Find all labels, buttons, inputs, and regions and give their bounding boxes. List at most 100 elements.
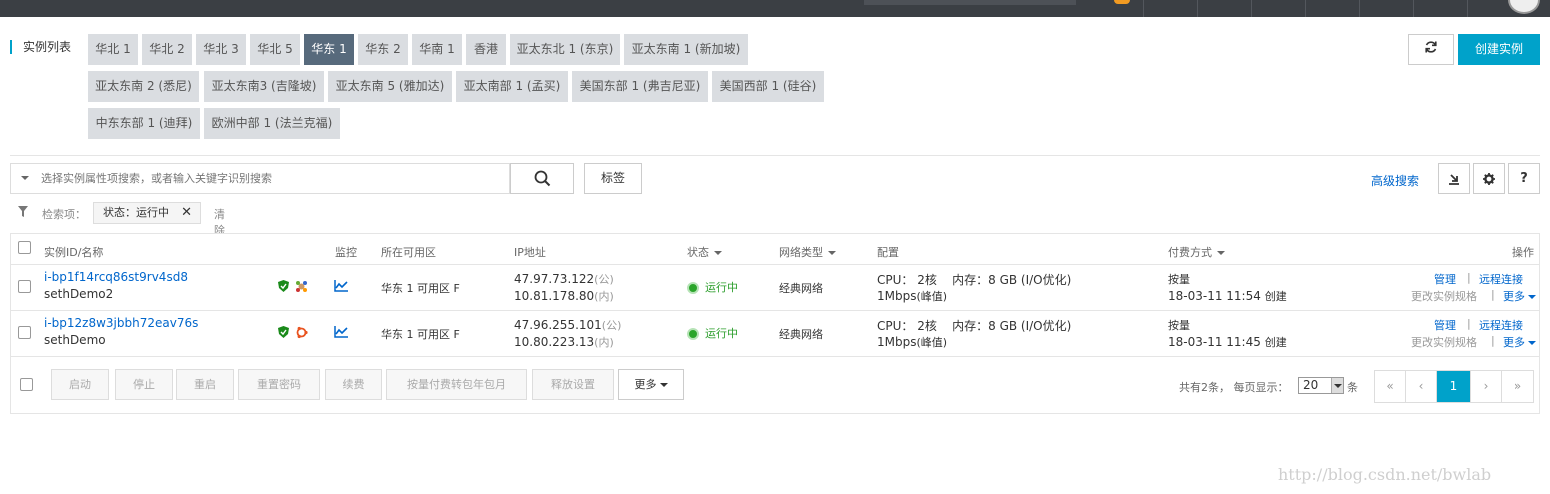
instance-id-link[interactable]: i-bp12z8w3jbbh72eav76s <box>44 316 198 330</box>
select-all-checkbox[interactable] <box>18 241 31 254</box>
config-cpu-mem: CPU： 2核 内存：8 GB (I/O优化) <box>877 317 1071 334</box>
search-button[interactable] <box>510 163 574 194</box>
header-billing[interactable]: 付费方式 <box>1168 244 1225 260</box>
last-page-button[interactable]: » <box>1502 371 1533 402</box>
page-size-select[interactable]: 20 <box>1298 377 1344 394</box>
ip-public-value: 47.97.73.122 <box>514 272 595 286</box>
global-search-input[interactable] <box>864 0 1076 5</box>
region-tab[interactable]: 亚太东南 1 (新加坡) <box>624 34 748 65</box>
shield-icon[interactable] <box>278 280 289 295</box>
search-field[interactable] <box>10 163 510 194</box>
first-page-button[interactable]: « <box>1375 371 1406 402</box>
region-tab[interactable]: 亚太东南 2 (悉尼) <box>88 71 199 102</box>
monitor-chart-icon[interactable] <box>334 326 348 341</box>
shield-icon[interactable] <box>278 326 289 341</box>
renew-button[interactable]: 续费 <box>325 369 382 400</box>
release-settings-button[interactable]: 释放设置 <box>532 369 614 400</box>
created-value: 18-03-11 11:45 <box>1168 335 1261 349</box>
region-tab[interactable]: 华南 1 <box>412 34 462 65</box>
region-tab[interactable]: 美国西部 1 (硅谷) <box>712 71 824 102</box>
network-type: 经典网络 <box>779 282 823 295</box>
advanced-search-link[interactable]: 高级搜索 <box>1371 172 1419 189</box>
region-tab[interactable]: 欧洲中部 1 (法兰克福) <box>204 108 340 139</box>
region-tab-active[interactable]: 华东 1 <box>304 34 354 65</box>
filter-chip[interactable]: 状态：运行中 ✕ <box>93 202 201 224</box>
remote-connect-link[interactable]: 远程连接 <box>1479 271 1523 287</box>
region-tab[interactable]: 华北 3 <box>196 34 246 65</box>
filter-label: 检索项： <box>42 208 86 221</box>
chevron-down-icon[interactable] <box>21 176 29 180</box>
switch-billing-button[interactable]: 按量付费转包年包月 <box>386 369 527 400</box>
page-title: 实例列表 <box>10 40 71 54</box>
ip-private-value: 10.81.178.80 <box>514 289 595 303</box>
region-tab[interactable]: 美国东部 1 (弗吉尼亚) <box>572 71 708 102</box>
change-spec-link[interactable]: 更改实例规格 <box>1411 288 1477 304</box>
page-size-value: 20 <box>1303 378 1319 392</box>
chevron-down-icon <box>828 251 836 255</box>
filter-icon <box>18 206 28 217</box>
status-running-icon <box>687 282 699 294</box>
region-tab[interactable]: 华北 1 <box>88 34 138 65</box>
bulk-more-dropdown[interactable]: 更多 <box>618 369 684 400</box>
instance-id-link[interactable]: i-bp1f14rcq86st9rv4sd8 <box>44 270 188 284</box>
refresh-button[interactable] <box>1408 34 1454 65</box>
region-tab[interactable]: 华东 2 <box>358 34 408 65</box>
export-button[interactable] <box>1438 163 1470 194</box>
search-input[interactable] <box>41 165 501 192</box>
manage-link[interactable]: 管理 <box>1434 317 1456 333</box>
header-status-label: 状态 <box>687 246 709 259</box>
notification-badge[interactable] <box>1114 0 1130 4</box>
start-button[interactable]: 启动 <box>51 369 109 400</box>
monitor-chart-icon[interactable] <box>334 280 348 295</box>
stop-button[interactable]: 停止 <box>115 369 173 400</box>
ops-separator: | <box>1491 288 1495 301</box>
header-status[interactable]: 状态 <box>687 244 722 260</box>
chevron-down-icon <box>1217 251 1225 255</box>
more-ops-label: 更多 <box>1503 290 1525 303</box>
created-time: 18-03-11 11:45 创建 <box>1168 334 1287 350</box>
manage-link[interactable]: 管理 <box>1434 271 1456 287</box>
region-tab[interactable]: 华北 5 <box>250 34 300 65</box>
header-billing-label: 付费方式 <box>1168 246 1212 259</box>
row-checkbox[interactable] <box>18 280 31 293</box>
header-network[interactable]: 网络类型 <box>779 244 836 260</box>
remote-connect-link[interactable]: 远程连接 <box>1479 317 1523 333</box>
status-label: 运行中 <box>705 327 738 340</box>
restart-button[interactable]: 重启 <box>176 369 234 400</box>
region-tab[interactable]: 华北 2 <box>142 34 192 65</box>
create-instance-button[interactable]: 创建实例 <box>1458 34 1540 65</box>
watermark: http://blog.csdn.net/bwlab <box>1278 465 1492 484</box>
change-spec-link[interactable]: 更改实例规格 <box>1411 334 1477 350</box>
more-ops-dropdown[interactable]: 更多 <box>1503 288 1536 304</box>
config-bandwidth: 1Mbps(峰值) <box>877 334 947 350</box>
region-tab[interactable]: 亚太东北 1 (东京) <box>510 34 620 65</box>
instance-name: sethDemo2 <box>44 287 114 301</box>
page-number-button[interactable]: 1 <box>1437 371 1471 402</box>
chevron-down-icon[interactable] <box>1331 378 1343 393</box>
select-all-footer-checkbox[interactable] <box>20 378 33 391</box>
zone-value: 华东 1 可用区 F <box>381 282 460 295</box>
ip-public: 47.97.73.122(公) <box>514 271 614 287</box>
config-mem: 内存：8 GB (I/O优化) <box>952 319 1072 333</box>
help-button[interactable]: ? <box>1508 163 1540 194</box>
region-tab[interactable]: 亚太东南 5 (雅加达) <box>328 71 452 102</box>
tag-button[interactable]: 标签 <box>584 163 642 194</box>
next-page-button[interactable]: › <box>1471 371 1502 402</box>
close-icon[interactable]: ✕ <box>181 203 192 223</box>
settings-button[interactable] <box>1473 163 1505 194</box>
created-time: 18-03-11 11:54 创建 <box>1168 288 1287 304</box>
divider <box>10 155 1540 156</box>
user-avatar[interactable] <box>1508 0 1540 14</box>
zone-value: 华东 1 可用区 F <box>381 328 460 341</box>
row-checkbox[interactable] <box>18 326 31 339</box>
prev-page-button[interactable]: ‹ <box>1406 371 1437 402</box>
created-tag: 创建 <box>1264 290 1287 303</box>
more-ops-dropdown[interactable]: 更多 <box>1503 334 1536 350</box>
reset-password-button[interactable]: 重置密码 <box>238 369 320 400</box>
chevron-down-icon <box>714 251 722 255</box>
region-tab[interactable]: 香港 <box>466 34 506 65</box>
region-tab[interactable]: 中东东部 1 (迪拜) <box>88 108 200 139</box>
ip-public-tag: (公) <box>594 273 614 286</box>
region-tab[interactable]: 亚太南部 1 (孟买) <box>456 71 568 102</box>
region-tab[interactable]: 亚太东南3 (吉隆坡) <box>204 71 324 102</box>
